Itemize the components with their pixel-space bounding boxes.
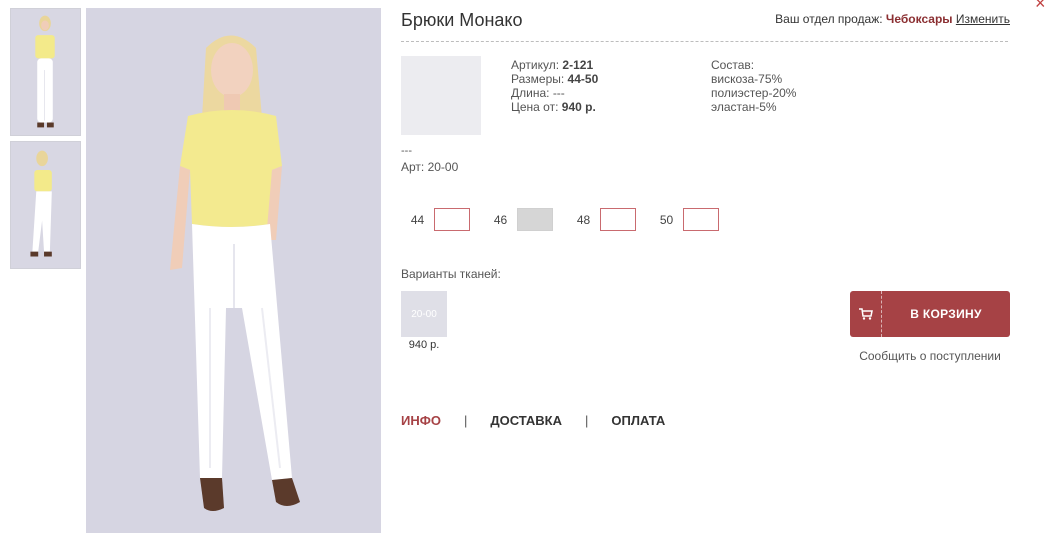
add-to-cart-label: В КОРЗИНУ xyxy=(910,307,982,321)
price-row: Цена от: 940 р. xyxy=(511,100,598,114)
size-option-46: 46 xyxy=(484,208,553,231)
composition-item: полиэстер-20% xyxy=(711,86,797,100)
sizes-value: 44-50 xyxy=(567,72,599,86)
model-main-image xyxy=(86,8,381,533)
composition-label: Состав: xyxy=(711,58,755,72)
fabric-swatch xyxy=(401,56,481,135)
size-selector: 44 46 48 50 xyxy=(401,208,733,231)
add-to-cart-button[interactable]: В КОРЗИНУ xyxy=(850,291,1010,337)
price-value: 940 р. xyxy=(561,100,596,114)
art-number: Арт: 20-00 xyxy=(401,160,459,174)
size-label: 46 xyxy=(493,212,508,227)
notify-arrival-link[interactable]: Сообщить о поступлении xyxy=(850,349,1010,363)
composition-item: вискоза-75% xyxy=(711,72,783,86)
sales-label: Ваш отдел продаж: xyxy=(775,12,883,26)
sales-city: Чебоксары xyxy=(885,12,953,26)
composition-item: эластан-5% xyxy=(711,100,777,114)
header-divider xyxy=(401,41,1008,42)
swatch-caption-dashes: --- xyxy=(401,145,412,157)
size-option-44: 44 xyxy=(401,208,470,231)
tab-separator: | xyxy=(463,413,468,428)
size-label: 44 xyxy=(410,212,425,227)
product-title: Брюки Монако xyxy=(401,10,523,30)
fabric-variants-label: Варианты тканей: xyxy=(401,267,501,281)
length-label: Длина: xyxy=(511,86,550,100)
article-label: Артикул: xyxy=(511,58,560,72)
length-row: Длина: --- xyxy=(511,86,598,100)
main-product-image xyxy=(86,8,381,533)
size-quantity-input-44[interactable] xyxy=(434,208,470,231)
sizes-label: Размеры: xyxy=(511,72,565,86)
article-row: Артикул: 2-121 xyxy=(511,58,598,72)
fabric-variant-tile[interactable]: 20-00 xyxy=(401,291,447,337)
price-label: Цена от: xyxy=(511,100,559,114)
tab-payment[interactable]: ОПЛАТА xyxy=(611,413,665,428)
composition: Состав: вискоза-75% полиэстер-20% эласта… xyxy=(711,58,796,114)
size-label: 50 xyxy=(659,212,674,227)
size-label: 48 xyxy=(576,212,591,227)
variant-tile-label: 20-00 xyxy=(411,308,437,320)
sizes-row: Размеры: 44-50 xyxy=(511,72,598,86)
length-value: --- xyxy=(552,86,565,100)
thumbnail-front[interactable] xyxy=(10,8,81,136)
tab-separator: | xyxy=(585,413,589,428)
size-quantity-input-48[interactable] xyxy=(600,208,636,231)
thumbnail-side[interactable] xyxy=(10,141,81,269)
model-side-image xyxy=(11,142,80,268)
size-option-50: 50 xyxy=(650,208,719,231)
tab-delivery[interactable]: ДОСТАВКА xyxy=(490,413,562,428)
size-option-48: 48 xyxy=(567,208,636,231)
product-info: Артикул: 2-121 Размеры: 44-50 Длина: ---… xyxy=(511,58,598,114)
sales-department: Ваш отдел продаж: Чебоксары Изменить xyxy=(775,12,1010,26)
model-front-image xyxy=(11,9,80,135)
tab-info[interactable]: ИНФО xyxy=(401,413,441,428)
info-tabs: ИНФО | ДОСТАВКА | ОПЛАТА xyxy=(401,413,665,428)
article-value: 2-121 xyxy=(562,58,594,72)
close-icon[interactable]: × xyxy=(1035,0,1053,12)
change-city-link[interactable]: Изменить xyxy=(956,12,1010,26)
cart-icon xyxy=(850,291,882,337)
size-quantity-input-50[interactable] xyxy=(683,208,719,231)
size-quantity-input-46 xyxy=(517,208,553,231)
variant-price: 940 р. xyxy=(408,339,440,351)
